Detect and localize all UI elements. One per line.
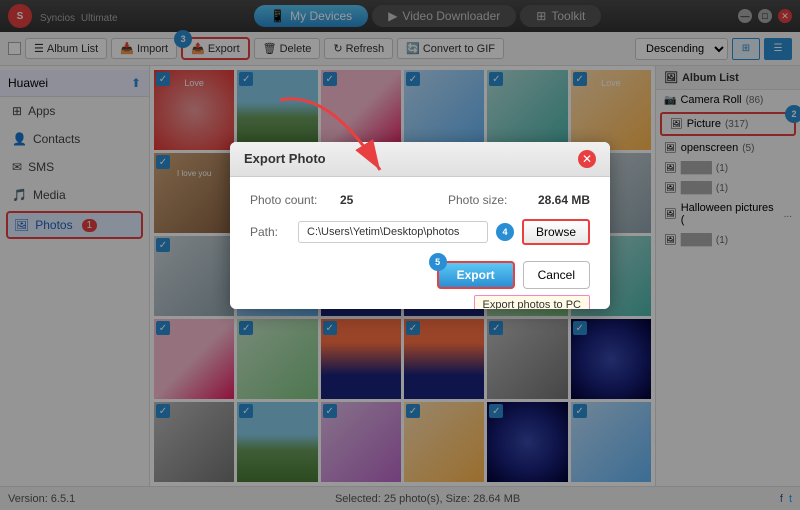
photo-count-label: Photo count:: [250, 193, 330, 207]
export-modal: Export Photo ✕ Photo count: 25 Photo siz…: [230, 142, 610, 309]
step-4-badge: 4: [496, 223, 514, 241]
modal-title: Export Photo: [244, 151, 326, 166]
modal-overlay: Export Photo ✕ Photo count: 25 Photo siz…: [0, 0, 800, 510]
cancel-button[interactable]: Cancel: [523, 261, 590, 289]
browse-button[interactable]: Browse: [522, 219, 590, 245]
step-5-badge: 5: [429, 253, 447, 271]
modal-body: Photo count: 25 Photo size: 28.64 MB Pat…: [230, 177, 610, 309]
path-input[interactable]: [298, 221, 488, 243]
modal-header: Export Photo ✕: [230, 142, 610, 177]
modal-path-row: Path: 4 Browse: [250, 219, 590, 245]
photo-size-label: Photo size:: [448, 193, 528, 207]
photo-size-value: 28.64 MB: [538, 193, 590, 207]
path-label: Path:: [250, 225, 290, 239]
modal-close-button[interactable]: ✕: [578, 150, 596, 168]
export-modal-button[interactable]: 5 Export: [437, 261, 515, 289]
modal-footer: 5 Export Cancel Export photos to PC: [250, 261, 590, 293]
photo-count-value: 25: [340, 193, 353, 207]
export-tooltip: Export photos to PC: [474, 295, 590, 309]
modal-info-row: Photo count: 25 Photo size: 28.64 MB: [250, 193, 590, 207]
